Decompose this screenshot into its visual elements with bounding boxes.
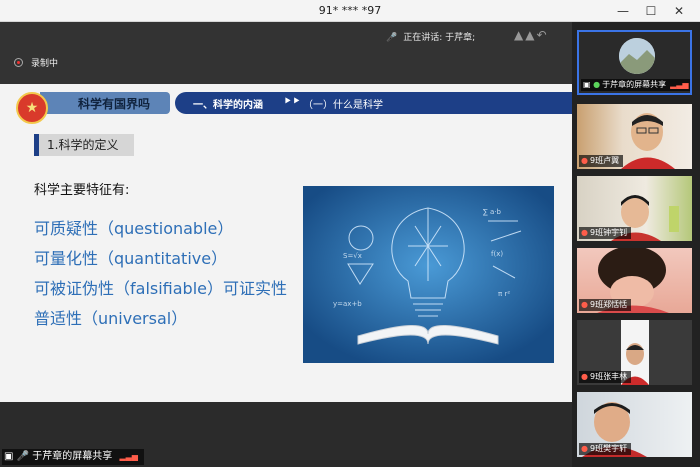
police-emblem-icon: ★ bbox=[16, 92, 48, 124]
participant-tile[interactable]: ● 9班樊宇轩 bbox=[577, 392, 692, 457]
feature-item: 可被证伪性（falsifiable）可证实性 bbox=[34, 279, 287, 298]
participant-label: ● 9班钟宇钊 bbox=[579, 227, 632, 239]
minimize-icon[interactable]: — bbox=[612, 2, 634, 20]
feature-item: 普适性（universal） bbox=[34, 309, 188, 328]
participant-label: ▣ ● 于芹章的屏幕共享 ▂▃▅ bbox=[581, 79, 690, 91]
participant-label: ● 9班张丰林 bbox=[579, 371, 632, 383]
banner-section: 一、科学的内涵 ⯈⯈ （一）什么是科学 bbox=[175, 92, 572, 114]
svg-text:π r²: π r² bbox=[498, 290, 510, 298]
mic-muted-icon: ● bbox=[581, 444, 588, 453]
definition-title: 1.科学的定义 bbox=[34, 134, 134, 156]
participant-label: ● 9班樊宇轩 bbox=[579, 443, 632, 455]
share-label-text: 于芹章的屏幕共享 bbox=[32, 451, 113, 462]
mic-icon: ● bbox=[593, 80, 601, 89]
participant-tile[interactable]: ● 9班钟宇钊 bbox=[577, 176, 692, 241]
subsection-text: （一）什么是科学 bbox=[303, 100, 383, 111]
share-label: ▣ 🎤 于芹章的屏幕共享 ▂▃▅ bbox=[2, 449, 144, 465]
presentation-slide: ★ 科学有国界吗 一、科学的内涵 ⯈⯈ （一）什么是科学 1.科学的定义 科学主… bbox=[0, 84, 572, 402]
banner-brand: 科学有国界吗 bbox=[40, 92, 170, 114]
title-bar: 91* *** *97 — ☐ ✕ bbox=[0, 0, 700, 22]
section-text: 一、科学的内涵 bbox=[193, 100, 263, 111]
meeting-top-bar: 🎤 正在讲话: 于芹章; ▲▲↶ 录制中 bbox=[0, 22, 572, 84]
svg-text:f(x): f(x) bbox=[491, 250, 503, 258]
mic-muted-icon: ● bbox=[581, 156, 588, 165]
view-controls[interactable]: ▲▲↶ bbox=[514, 28, 549, 42]
close-icon[interactable]: ✕ bbox=[668, 2, 690, 20]
mic-icon: 🎤 bbox=[16, 451, 30, 462]
screen-share-icon: ▣ bbox=[4, 451, 14, 462]
mic-muted-icon: ● bbox=[581, 300, 588, 309]
signal-icon: ▂▃▅ bbox=[670, 80, 689, 89]
speaking-indicator: 🎤 正在讲话: 于芹章; bbox=[386, 30, 475, 43]
shared-screen-area: 🎤 正在讲话: 于芹章; ▲▲↶ 录制中 ★ 科学有国界吗 一、科学的内涵 ⯈⯈ … bbox=[0, 22, 572, 467]
record-icon bbox=[14, 58, 23, 67]
participant-sidebar[interactable]: ▣ ●于芹章的屏幕共享▂▃▅ ●9班卢翼 ●9班钟宇钊 ●9班郑恬恬 bbox=[572, 22, 700, 467]
features-heading: 科学主要特征有: bbox=[34, 183, 130, 198]
participant-tile[interactable]: ● 9班张丰林 bbox=[577, 320, 692, 385]
svg-text:∑ a·b: ∑ a·b bbox=[483, 208, 501, 216]
participant-tile[interactable]: ● 9班卢翼 bbox=[577, 104, 692, 169]
svg-text:S=√x: S=√x bbox=[343, 252, 362, 260]
lightbulb-book-image: S=√x ∑ a·b f(x) y=ax+b π r² bbox=[303, 186, 554, 363]
participant-tile[interactable]: ● 9班郑恬恬 bbox=[577, 248, 692, 313]
signal-icon: ▂▃▅ bbox=[119, 452, 138, 461]
participant-tile[interactable]: ▣ ● 于芹章的屏幕共享 ▂▃▅ bbox=[577, 30, 692, 95]
slide-banner: ★ 科学有国界吗 一、科学的内涵 ⯈⯈ （一）什么是科学 bbox=[0, 92, 572, 124]
maximize-icon[interactable]: ☐ bbox=[640, 2, 662, 20]
svg-text:y=ax+b: y=ax+b bbox=[333, 300, 362, 308]
participant-label: ● 9班卢翼 bbox=[579, 155, 624, 167]
recording-indicator: 录制中 bbox=[14, 56, 58, 69]
mic-muted-icon: ● bbox=[581, 228, 588, 237]
brand-text: 科学有国界吗 bbox=[78, 97, 151, 111]
recording-label: 录制中 bbox=[31, 59, 59, 69]
feature-item: 可量化性（quantitative） bbox=[34, 249, 228, 268]
lightbulb-illustration: S=√x ∑ a·b f(x) y=ax+b π r² bbox=[303, 186, 554, 363]
back-icon[interactable]: ↶ bbox=[536, 28, 548, 42]
feature-item: 可质疑性（questionable） bbox=[34, 219, 234, 238]
mic-muted-icon: ● bbox=[581, 372, 588, 381]
arrows-icon: ⯈⯈ bbox=[283, 95, 301, 108]
features-list: 可质疑性（questionable） 可量化性（quantitative） 可被… bbox=[34, 214, 287, 334]
avatar bbox=[619, 38, 655, 74]
window-title: 91* *** *97 bbox=[318, 4, 382, 17]
grid-view-icon[interactable]: ▲▲ bbox=[514, 28, 536, 42]
speaking-label: 正在讲话: 于芹章; bbox=[403, 33, 476, 43]
participant-label: ● 9班郑恬恬 bbox=[579, 299, 632, 311]
mic-icon: 🎤 bbox=[386, 33, 398, 43]
